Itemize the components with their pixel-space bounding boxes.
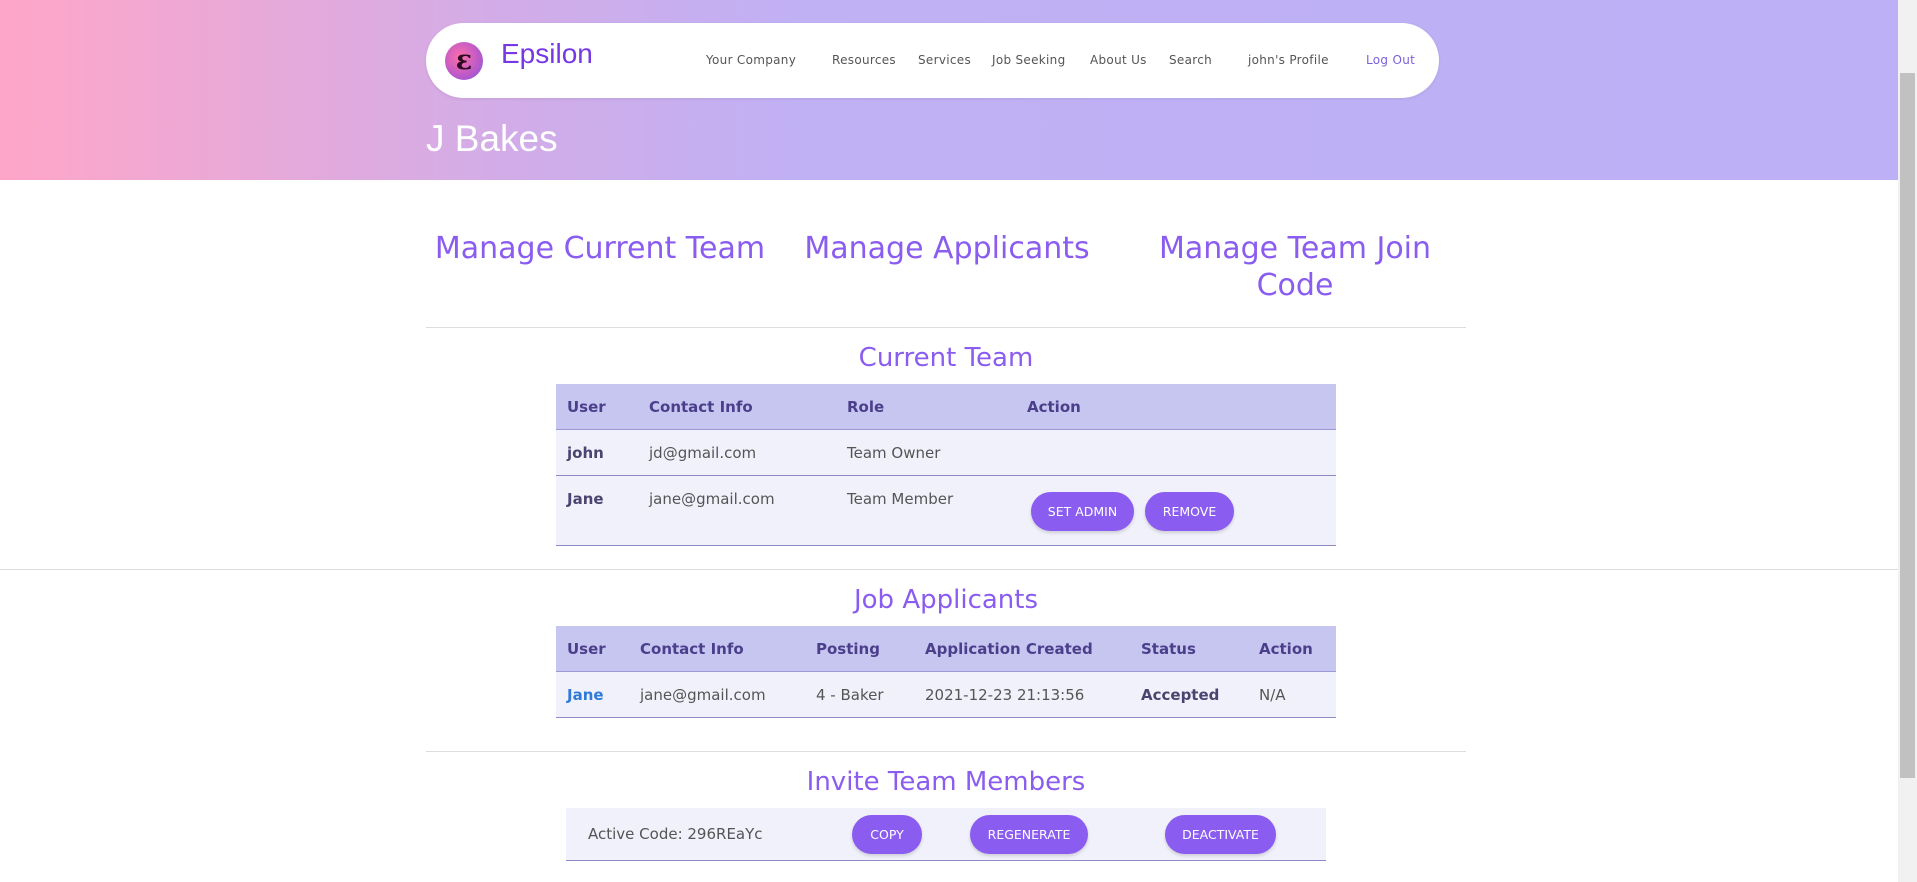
- nav-job-seeking[interactable]: Job Seeking: [992, 53, 1066, 67]
- column-header: Role: [847, 398, 885, 416]
- scrollbar-thumb[interactable]: [1900, 73, 1915, 778]
- set-admin-button[interactable]: SET ADMIN: [1031, 492, 1134, 531]
- column-header: Contact Info: [649, 398, 753, 416]
- nav-about-us[interactable]: About Us: [1090, 53, 1147, 67]
- manage-join-code-link[interactable]: Manage Team Join Code: [1140, 230, 1450, 304]
- status-cell: Accepted: [1141, 686, 1220, 704]
- vertical-scrollbar[interactable]: [1898, 0, 1917, 882]
- created-cell: 2021-12-23 21:13:56: [925, 686, 1085, 704]
- user-cell: john: [567, 444, 604, 462]
- manage-join-code-line2: Code: [1256, 268, 1334, 303]
- invite-code-bar: Active Code: 296REaYc COPY REGENERATE DE…: [566, 808, 1326, 861]
- contact-cell: jane@gmail.com: [640, 686, 766, 704]
- applicant-user-link[interactable]: Jane: [567, 686, 604, 704]
- table-row: Jane jane@gmail.com 4 - Baker 2021-12-23…: [556, 672, 1336, 718]
- epsilon-logo-icon[interactable]: ε: [445, 42, 483, 80]
- role-cell: Team Owner: [847, 444, 941, 462]
- contact-cell: jd@gmail.com: [649, 444, 757, 462]
- column-header: User: [567, 398, 606, 416]
- nav-log-out[interactable]: Log Out: [1366, 53, 1415, 67]
- manage-join-code-line1: Manage Team Join: [1158, 231, 1432, 266]
- remove-button[interactable]: REMOVE: [1145, 492, 1234, 531]
- nav-services[interactable]: Services: [918, 53, 971, 67]
- deactivate-button[interactable]: DEACTIVATE: [1165, 815, 1276, 854]
- copy-button[interactable]: COPY: [852, 815, 922, 854]
- table-row: Jane jane@gmail.com Team Member SET ADMI…: [556, 476, 1336, 546]
- contact-cell: jane@gmail.com: [649, 490, 775, 508]
- column-header: User: [567, 640, 606, 658]
- brand-name[interactable]: Epsilon: [501, 38, 593, 70]
- current-team-title: Current Team: [858, 343, 1034, 373]
- column-header: Contact Info: [640, 640, 744, 658]
- nav-profile[interactable]: john's Profile: [1248, 53, 1329, 67]
- regenerate-button[interactable]: REGENERATE: [970, 815, 1088, 854]
- action-cell: N/A: [1259, 686, 1286, 704]
- navbar: ε Epsilon Your Company Resources Service…: [426, 23, 1439, 98]
- invite-team-members-title: Invite Team Members: [806, 767, 1086, 797]
- job-applicants-title: Job Applicants: [853, 585, 1039, 615]
- table-header: User Contact Info Role Action: [556, 384, 1336, 430]
- nav-your-company[interactable]: Your Company: [706, 53, 796, 67]
- user-cell: Jane: [567, 490, 604, 508]
- column-header: Application Created: [925, 640, 1093, 658]
- manage-applicants-link[interactable]: Manage Applicants: [787, 230, 1107, 267]
- column-header: Action: [1259, 640, 1313, 658]
- active-code-text: Active Code: 296REaYc: [588, 825, 763, 843]
- nav-search[interactable]: Search: [1169, 53, 1212, 67]
- column-header: Status: [1141, 640, 1196, 658]
- page-title: J Bakes: [426, 118, 558, 159]
- table-row: john jd@gmail.com Team Owner: [556, 430, 1336, 476]
- divider: [0, 569, 1898, 570]
- table-header: User Contact Info Posting Application Cr…: [556, 626, 1336, 672]
- manage-current-team-link[interactable]: Manage Current Team: [430, 230, 770, 267]
- nav-resources[interactable]: Resources: [832, 53, 896, 67]
- divider: [426, 327, 1466, 328]
- role-cell: Team Member: [847, 490, 954, 508]
- logo-glyph: ε: [455, 45, 473, 76]
- posting-cell: 4 - Baker: [816, 686, 884, 704]
- column-header: Action: [1027, 398, 1081, 416]
- column-header: Posting: [816, 640, 880, 658]
- divider: [426, 751, 1466, 752]
